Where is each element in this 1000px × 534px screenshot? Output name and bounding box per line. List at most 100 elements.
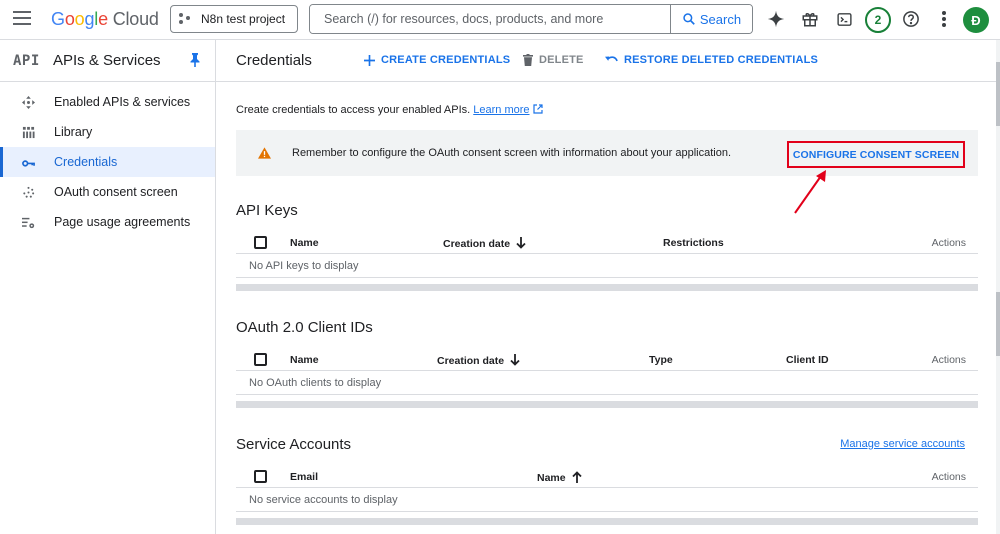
column-header[interactable]: Email (290, 471, 318, 483)
manage-service-accounts-link[interactable]: Manage service accounts (840, 438, 965, 450)
terminal-icon[interactable] (834, 9, 854, 29)
logo-letter: g (84, 9, 95, 29)
page-header: Credentials CREATE CREDENTIALS DELETE RE… (216, 40, 996, 82)
column-header-creation-date[interactable]: Creation date (443, 237, 526, 250)
create-credentials-label: CREATE CREDENTIALS (381, 54, 511, 66)
sidebar: API APIs & Services Enabled APIs & servi… (0, 40, 216, 534)
more-vert-icon[interactable] (934, 9, 954, 29)
service-accounts-table: Email Name Actions No service accounts t… (236, 464, 978, 525)
configure-consent-screen-button[interactable]: CONFIGURE CONSENT SCREEN (787, 141, 965, 168)
warning-icon (258, 147, 271, 159)
trash-icon (523, 54, 533, 66)
help-icon[interactable] (901, 9, 921, 29)
create-credentials-button[interactable]: CREATE CREDENTIALS (364, 54, 510, 66)
settings-list-icon (22, 217, 35, 229)
project-icon (179, 12, 193, 26)
sidebar-item-label: OAuth consent screen (54, 185, 178, 199)
external-link-icon (532, 104, 543, 114)
consent-icon (23, 186, 35, 198)
column-header: Actions (931, 237, 966, 249)
intro-text: Create credentials to access your enable… (236, 104, 543, 116)
sidebar-title: APIs & Services (53, 52, 161, 69)
google-cloud-logo[interactable]: Google Cloud (51, 9, 159, 30)
column-header[interactable]: Restrictions (663, 237, 724, 249)
horizontal-scrollbar[interactable] (236, 401, 978, 408)
intro-label: Create credentials to access your enable… (236, 104, 471, 116)
arrow-down-icon (516, 237, 526, 249)
column-header[interactable]: Name (290, 237, 319, 249)
select-all-checkbox[interactable] (254, 353, 267, 366)
oauth-clients-title: OAuth 2.0 Client IDs (236, 319, 373, 336)
sidebar-header: API APIs & Services (0, 40, 215, 82)
column-header-creation-date[interactable]: Creation date (437, 354, 520, 367)
sidebar-item-page-usage[interactable]: Page usage agreements (0, 207, 215, 237)
oauth-clients-table: Name Creation date Type Client ID Action… (236, 347, 978, 408)
delete-button[interactable]: DELETE (523, 54, 584, 66)
library-icon (22, 126, 35, 139)
logo-letter: e (98, 9, 108, 29)
scrollbar-thumb[interactable] (996, 62, 1000, 126)
page-scrollbar[interactable] (996, 40, 1000, 534)
column-header-label: Creation date (443, 238, 511, 250)
sidebar-item-oauth-consent[interactable]: OAuth consent screen (0, 177, 215, 207)
column-header-name[interactable]: Name (537, 471, 582, 484)
horizontal-scrollbar[interactable] (236, 284, 978, 291)
select-all-checkbox[interactable] (254, 470, 267, 483)
page-title: Credentials (236, 52, 312, 69)
column-header: Actions (931, 471, 966, 483)
search-input[interactable] (310, 5, 670, 33)
sidebar-nav: Enabled APIs & services Library Credenti… (0, 82, 215, 237)
table-empty-row: No service accounts to display (236, 488, 978, 512)
annotation-arrow (794, 170, 826, 214)
sidebar-item-label: Library (54, 125, 93, 139)
table-empty-row: No OAuth clients to display (236, 371, 978, 395)
empty-message: No API keys to display (249, 260, 359, 272)
column-header[interactable]: Client ID (786, 354, 829, 366)
arrow-down-icon (510, 354, 520, 366)
sidebar-item-library[interactable]: Library (0, 117, 215, 147)
column-header-label: Name (537, 472, 566, 484)
sidebar-item-enabled-apis[interactable]: Enabled APIs & services (0, 87, 215, 117)
spark-icon[interactable] (766, 9, 786, 29)
undo-icon (605, 56, 618, 62)
service-accounts-title: Service Accounts (236, 436, 352, 453)
arrow-up-icon (571, 471, 582, 483)
learn-more-link[interactable]: Learn more (473, 104, 529, 116)
main-content: Credentials CREATE CREDENTIALS DELETE RE… (216, 40, 996, 534)
column-header: Actions (931, 354, 966, 366)
restore-deleted-label: RESTORE DELETED CREDENTIALS (624, 54, 819, 66)
notification-badge[interactable]: 2 (865, 7, 891, 33)
sidebar-item-label: Page usage agreements (54, 215, 191, 229)
search-icon (683, 13, 695, 25)
avatar[interactable]: Đ (963, 7, 989, 33)
column-header[interactable]: Name (290, 354, 319, 366)
table-header: Name Creation date Type Client ID Action… (236, 347, 978, 371)
banner-text: Remember to configure the OAuth consent … (292, 147, 732, 159)
key-icon (22, 160, 35, 167)
top-app-bar: Google Cloud N8n test project Search 2 Đ (0, 0, 1000, 40)
horizontal-scrollbar[interactable] (236, 518, 978, 525)
project-picker[interactable]: N8n test project (170, 5, 298, 33)
scrollbar-thumb[interactable] (996, 292, 1000, 356)
sidebar-item-credentials[interactable]: Credentials (0, 147, 215, 177)
menu-icon[interactable] (13, 11, 31, 25)
learn-more-label: Learn more (473, 104, 530, 116)
sidebar-item-label: Enabled APIs & services (54, 95, 191, 109)
search-bar: Search (309, 4, 753, 34)
search-button-label: Search (699, 11, 742, 27)
search-button[interactable]: Search (670, 5, 752, 33)
select-all-checkbox[interactable] (254, 236, 267, 249)
logo-cloud-text: Cloud (112, 9, 159, 29)
api-keys-table: Name Creation date Restrictions Actions … (236, 230, 978, 291)
pin-icon[interactable] (189, 52, 201, 68)
table-header: Email Name Actions (236, 464, 978, 488)
project-name: N8n test project (201, 12, 286, 26)
column-header[interactable]: Type (649, 354, 673, 366)
empty-message: No service accounts to display (249, 494, 398, 506)
empty-message: No OAuth clients to display (249, 377, 382, 389)
restore-deleted-button[interactable]: RESTORE DELETED CREDENTIALS (605, 54, 818, 66)
table-header: Name Creation date Restrictions Actions (236, 230, 978, 254)
table-empty-row: No API keys to display (236, 254, 978, 278)
logo-letter: o (74, 9, 85, 29)
gift-icon[interactable] (800, 9, 820, 29)
